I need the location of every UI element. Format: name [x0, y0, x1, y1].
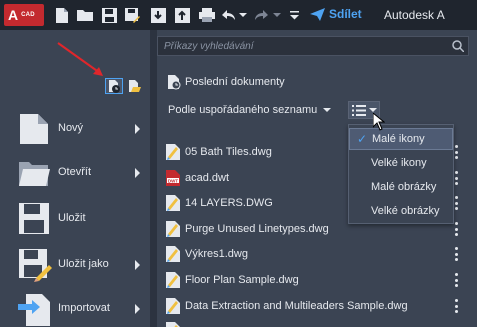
file-name: 05 Bath Tiles.dwg: [185, 146, 272, 158]
file-options-icon[interactable]: [455, 247, 459, 261]
save-icon[interactable]: [101, 6, 117, 24]
quick-access-toolbar: A CAD Sdílet Autodesk A: [0, 0, 477, 30]
share-button[interactable]: Sdílet: [310, 7, 362, 21]
open-folder-icon[interactable]: [76, 6, 94, 24]
redo-dropdown-icon[interactable]: [273, 6, 281, 24]
menu-item-label: Uložit: [58, 212, 86, 224]
new-document-icon: [18, 112, 50, 146]
menu-item-save-as[interactable]: Uložit jako: [18, 248, 148, 282]
save-as-icon: [18, 248, 52, 282]
sort-label: Podle uspořádaného seznamu: [168, 104, 318, 116]
menu-item-open[interactable]: Otevřít: [18, 156, 148, 190]
dwg-file-icon: [166, 322, 180, 327]
recent-documents-icon: [168, 75, 181, 90]
redo-icon[interactable]: [254, 6, 270, 24]
share-label: Sdílet: [329, 7, 362, 21]
file-options-icon[interactable]: [455, 299, 459, 313]
svg-text:DWT: DWT: [168, 178, 178, 183]
panel-divider: [150, 30, 157, 327]
sort-dropdown[interactable]: Podle uspořádaného seznamu: [168, 104, 332, 116]
chevron-down-icon: [368, 108, 377, 112]
submenu-arrow-icon: [135, 304, 140, 314]
file-options-icon[interactable]: [455, 145, 459, 159]
dwg-file-icon: [166, 298, 180, 314]
plot-icon[interactable]: [198, 6, 216, 24]
recent-file-item[interactable]: [166, 320, 466, 327]
open-documents-toggle[interactable]: [128, 79, 142, 93]
dwt-file-icon: DWT: [166, 170, 180, 186]
file-options-icon[interactable]: [455, 273, 459, 287]
save-as-icon[interactable]: [124, 6, 140, 24]
file-name: acad.dwt: [185, 172, 230, 184]
dwg-file-icon: [166, 195, 180, 211]
submenu-arrow-icon: [135, 260, 140, 270]
customize-toolbar-icon[interactable]: [289, 6, 299, 24]
logo-sub: CAD: [21, 12, 35, 18]
menu-item-label: Importovat: [58, 302, 110, 314]
menu-item-label: Otevřít: [58, 166, 92, 178]
file-options-icon[interactable]: [455, 171, 459, 185]
search-input[interactable]: Příkazy vyhledávání: [157, 36, 469, 56]
menu-item-save[interactable]: Uložit: [18, 202, 148, 236]
dwg-file-icon: [166, 272, 180, 288]
recent-documents-title: Poslední dokumenty: [185, 76, 285, 88]
open-documents-icon: [129, 80, 141, 92]
view-option-large-images[interactable]: Velké obrázky: [349, 200, 453, 222]
view-option-label: Malé obrázky: [371, 181, 437, 193]
recent-documents-toggle[interactable]: [105, 78, 123, 94]
new-icon[interactable]: [55, 6, 69, 24]
floppy-disk-icon: [18, 202, 50, 236]
file-name: Floor Plan Sample.dwg: [185, 274, 299, 286]
application-menu-button[interactable]: A CAD: [4, 4, 44, 26]
recent-documents-icon: [109, 80, 120, 93]
view-option-label: Velké ikony: [371, 157, 427, 169]
submenu-arrow-icon: [135, 168, 140, 178]
recent-file-item[interactable]: Data Extraction and Multileaders Sample.…: [166, 296, 466, 316]
view-option-large-icons[interactable]: Velké ikony: [349, 152, 453, 174]
file-name: Purge Unused Linetypes.dwg: [185, 223, 329, 235]
web-save-icon[interactable]: [174, 6, 190, 24]
file-name: 14 LAYERS.DWG: [185, 197, 273, 209]
mouse-cursor-icon: [373, 113, 385, 131]
undo-dropdown-icon[interactable]: [239, 6, 247, 24]
recent-file-item[interactable]: Výkres1.dwg: [166, 244, 466, 264]
folder-open-icon: [18, 156, 50, 190]
search-icon[interactable]: [452, 40, 465, 55]
checkmark-icon: ✓: [357, 132, 368, 146]
application-menu-window: A CAD Sdílet Autodesk A Nový Otevřít Ulo…: [0, 0, 477, 327]
import-icon: [18, 292, 50, 326]
file-name: Data Extraction and Multileaders Sample.…: [185, 300, 408, 312]
view-option-label: Velké obrázky: [371, 205, 440, 217]
dwg-file-icon: [166, 221, 180, 237]
list-view-icon: [351, 104, 366, 116]
logo-letter: A: [8, 7, 19, 23]
chevron-down-icon: [323, 108, 332, 112]
submenu-arrow-icon: [135, 124, 140, 134]
view-option-label: Malé ikony: [372, 133, 425, 145]
menu-item-label: Nový: [58, 122, 84, 134]
file-options-icon[interactable]: [455, 222, 459, 236]
file-options-icon[interactable]: [455, 196, 459, 210]
paper-plane-icon: [310, 7, 325, 21]
dwg-file-icon: [166, 144, 180, 160]
annotation-arrow-icon: [57, 42, 103, 76]
view-mode-menu: ✓ Malé ikony Velké ikony Malé obrázky Ve…: [348, 124, 454, 224]
app-title: Autodesk A: [384, 8, 445, 22]
recent-file-item[interactable]: Floor Plan Sample.dwg: [166, 270, 466, 290]
cloud-save-icon[interactable]: [150, 6, 166, 24]
recent-documents-header: Poslední dokumenty: [167, 74, 285, 90]
dwg-file-icon: [166, 246, 180, 262]
menu-item-label: Uložit jako: [58, 258, 109, 270]
menu-item-import[interactable]: Importovat: [18, 292, 148, 326]
search-placeholder: Příkazy vyhledávání: [164, 40, 254, 52]
view-option-small-icons[interactable]: ✓ Malé ikony: [349, 128, 453, 150]
undo-icon[interactable]: [220, 6, 236, 24]
menu-item-new[interactable]: Nový: [18, 112, 148, 146]
view-option-small-images[interactable]: Malé obrázky: [349, 176, 453, 198]
file-name: Výkres1.dwg: [185, 248, 248, 260]
